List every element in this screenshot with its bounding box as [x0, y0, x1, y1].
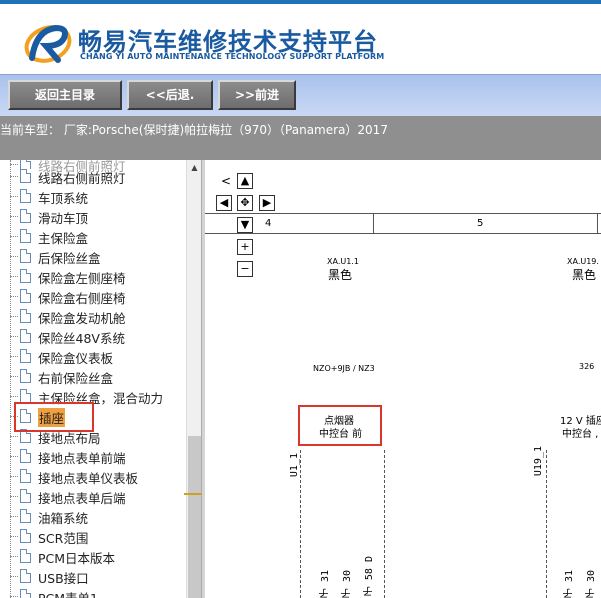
list-item[interactable]: 后保险丝盒: [10, 246, 186, 266]
pin-label: 子 31: [320, 570, 331, 598]
selection-highlight-box: [14, 402, 94, 432]
connector-color: 黑色: [328, 268, 353, 282]
diagram-viewer: < ▲ ◀ ✥ ▶ ▼ + − 4 5 XA.U1.1 黑色 XA.U19. 黑…: [205, 160, 601, 598]
scroll-thumb[interactable]: [188, 436, 201, 598]
status-bar: 当前车型： 厂家:Porsche(保时捷)帕拉梅拉（970）（Panamera）…: [0, 116, 601, 160]
list-item[interactable]: 主保险盒: [10, 226, 186, 246]
list-item[interactable]: SCR范围: [10, 526, 186, 546]
list-item[interactable]: 接地点表单仪表板: [10, 466, 186, 486]
zoom-out-icon[interactable]: −: [237, 261, 253, 277]
list-item[interactable]: 保险盒左侧座椅: [10, 266, 186, 286]
list-item[interactable]: 保险盒仪表板: [10, 346, 186, 366]
tree-list: 线路右侧前照灯 线路右侧前照灯 车顶系统 滑动车顶 主保险盒 后保险丝盒 保险盒…: [0, 160, 186, 598]
connector-id: XA.U1.1: [327, 257, 359, 266]
back-button[interactable]: <<后退.: [127, 80, 213, 110]
list-item[interactable]: 油箱系统: [10, 506, 186, 526]
zoom-in-icon[interactable]: +: [237, 239, 253, 255]
sidebar-tree: 线路右侧前照灯 线路右侧前照灯 车顶系统 滑动车顶 主保险盒 后保险丝盒 保险盒…: [0, 160, 201, 598]
column-number: 4: [265, 218, 272, 229]
grid-top-line: [205, 213, 601, 214]
document-icon: [20, 269, 31, 283]
connector-color: 黑色: [572, 268, 597, 282]
document-icon: [20, 309, 31, 323]
forward-button[interactable]: >>前进: [218, 80, 296, 110]
document-icon: [20, 569, 31, 583]
document-icon: [20, 489, 31, 503]
highlight-box: [298, 405, 382, 446]
home-button[interactable]: 返回主目录: [8, 80, 122, 110]
document-icon: [20, 349, 31, 363]
logo-icon: [24, 24, 72, 63]
document-icon: [20, 469, 31, 483]
connector-id: XA.U19.: [567, 257, 599, 266]
document-icon: [20, 589, 31, 598]
list-item[interactable]: 滑动车顶: [10, 206, 186, 226]
header: 畅易汽车维修技术支持平台 CHANG YI AUTO MAINTENANCE T…: [0, 4, 601, 74]
grid-divider: [373, 213, 374, 233]
document-icon: [20, 169, 31, 183]
circuit-code: NZO+9JB / NZ3: [313, 364, 375, 373]
document-icon: [20, 449, 31, 463]
grid-divider: [597, 213, 598, 233]
pan-center-icon[interactable]: ✥: [237, 195, 253, 211]
list-item[interactable]: 右前保险丝盒: [10, 366, 186, 386]
sidebar-scrollbar[interactable]: ▲: [186, 160, 201, 598]
document-icon: [20, 529, 31, 543]
document-icon: [20, 249, 31, 263]
list-item[interactable]: 保险盒发动机舱: [10, 306, 186, 326]
document-icon: [20, 289, 31, 303]
pan-up-icon[interactable]: ▲: [237, 173, 253, 189]
pan-left-small-icon[interactable]: <: [221, 174, 231, 188]
pin-label: 子 31: [564, 570, 575, 598]
document-icon: [20, 549, 31, 563]
pan-left-icon[interactable]: ◀: [216, 195, 232, 211]
list-item[interactable]: USB接口: [10, 566, 186, 586]
app-subtitle: CHANG YI AUTO MAINTENANCE TECHNOLOGY SUP…: [80, 52, 385, 61]
component-location: 中控台 ,: [562, 429, 599, 440]
component-outline: [384, 450, 385, 598]
component-outline: [546, 450, 547, 598]
document-icon: [20, 389, 31, 403]
pan-down-icon[interactable]: ▼: [237, 217, 253, 233]
column-number: 5: [477, 218, 484, 229]
divider-grip[interactable]: [184, 493, 202, 495]
document-icon: [20, 229, 31, 243]
list-item[interactable]: 保险丝48V系统: [10, 326, 186, 346]
pin-label: 子 30: [586, 570, 597, 598]
document-icon: [20, 509, 31, 523]
component-ref: U19_1: [533, 446, 544, 477]
nav-bar: 返回主目录 <<后退. >>前进: [0, 74, 601, 116]
list-item[interactable]: 线路右侧前照灯: [10, 166, 186, 186]
component-outline: [300, 450, 301, 598]
circuit-code: 326: [579, 362, 595, 371]
list-item[interactable]: 保险盒右侧座椅: [10, 286, 186, 306]
list-item[interactable]: 接地点表单后端: [10, 486, 186, 506]
pan-right-icon[interactable]: ▶: [259, 195, 275, 211]
document-icon: [20, 329, 31, 343]
component-ref: U1_1: [289, 453, 300, 478]
document-icon: [20, 209, 31, 223]
pin-label: 子 30: [342, 570, 353, 598]
list-item[interactable]: PCM表单1: [10, 586, 186, 598]
grid-bottom-line: [205, 233, 601, 234]
list-item[interactable]: 车顶系统: [10, 186, 186, 206]
list-item[interactable]: 接地点表单前端: [10, 446, 186, 466]
document-icon: [20, 369, 31, 383]
scroll-up-arrow-icon[interactable]: ▲: [187, 160, 201, 176]
document-icon: [20, 189, 31, 203]
list-item[interactable]: PCM日本版本: [10, 546, 186, 566]
pin-label: 子 58 D: [364, 556, 375, 597]
current-vehicle-text: 当前车型： 厂家:Porsche(保时捷)帕拉梅拉（970）（Panamera）…: [0, 123, 388, 137]
